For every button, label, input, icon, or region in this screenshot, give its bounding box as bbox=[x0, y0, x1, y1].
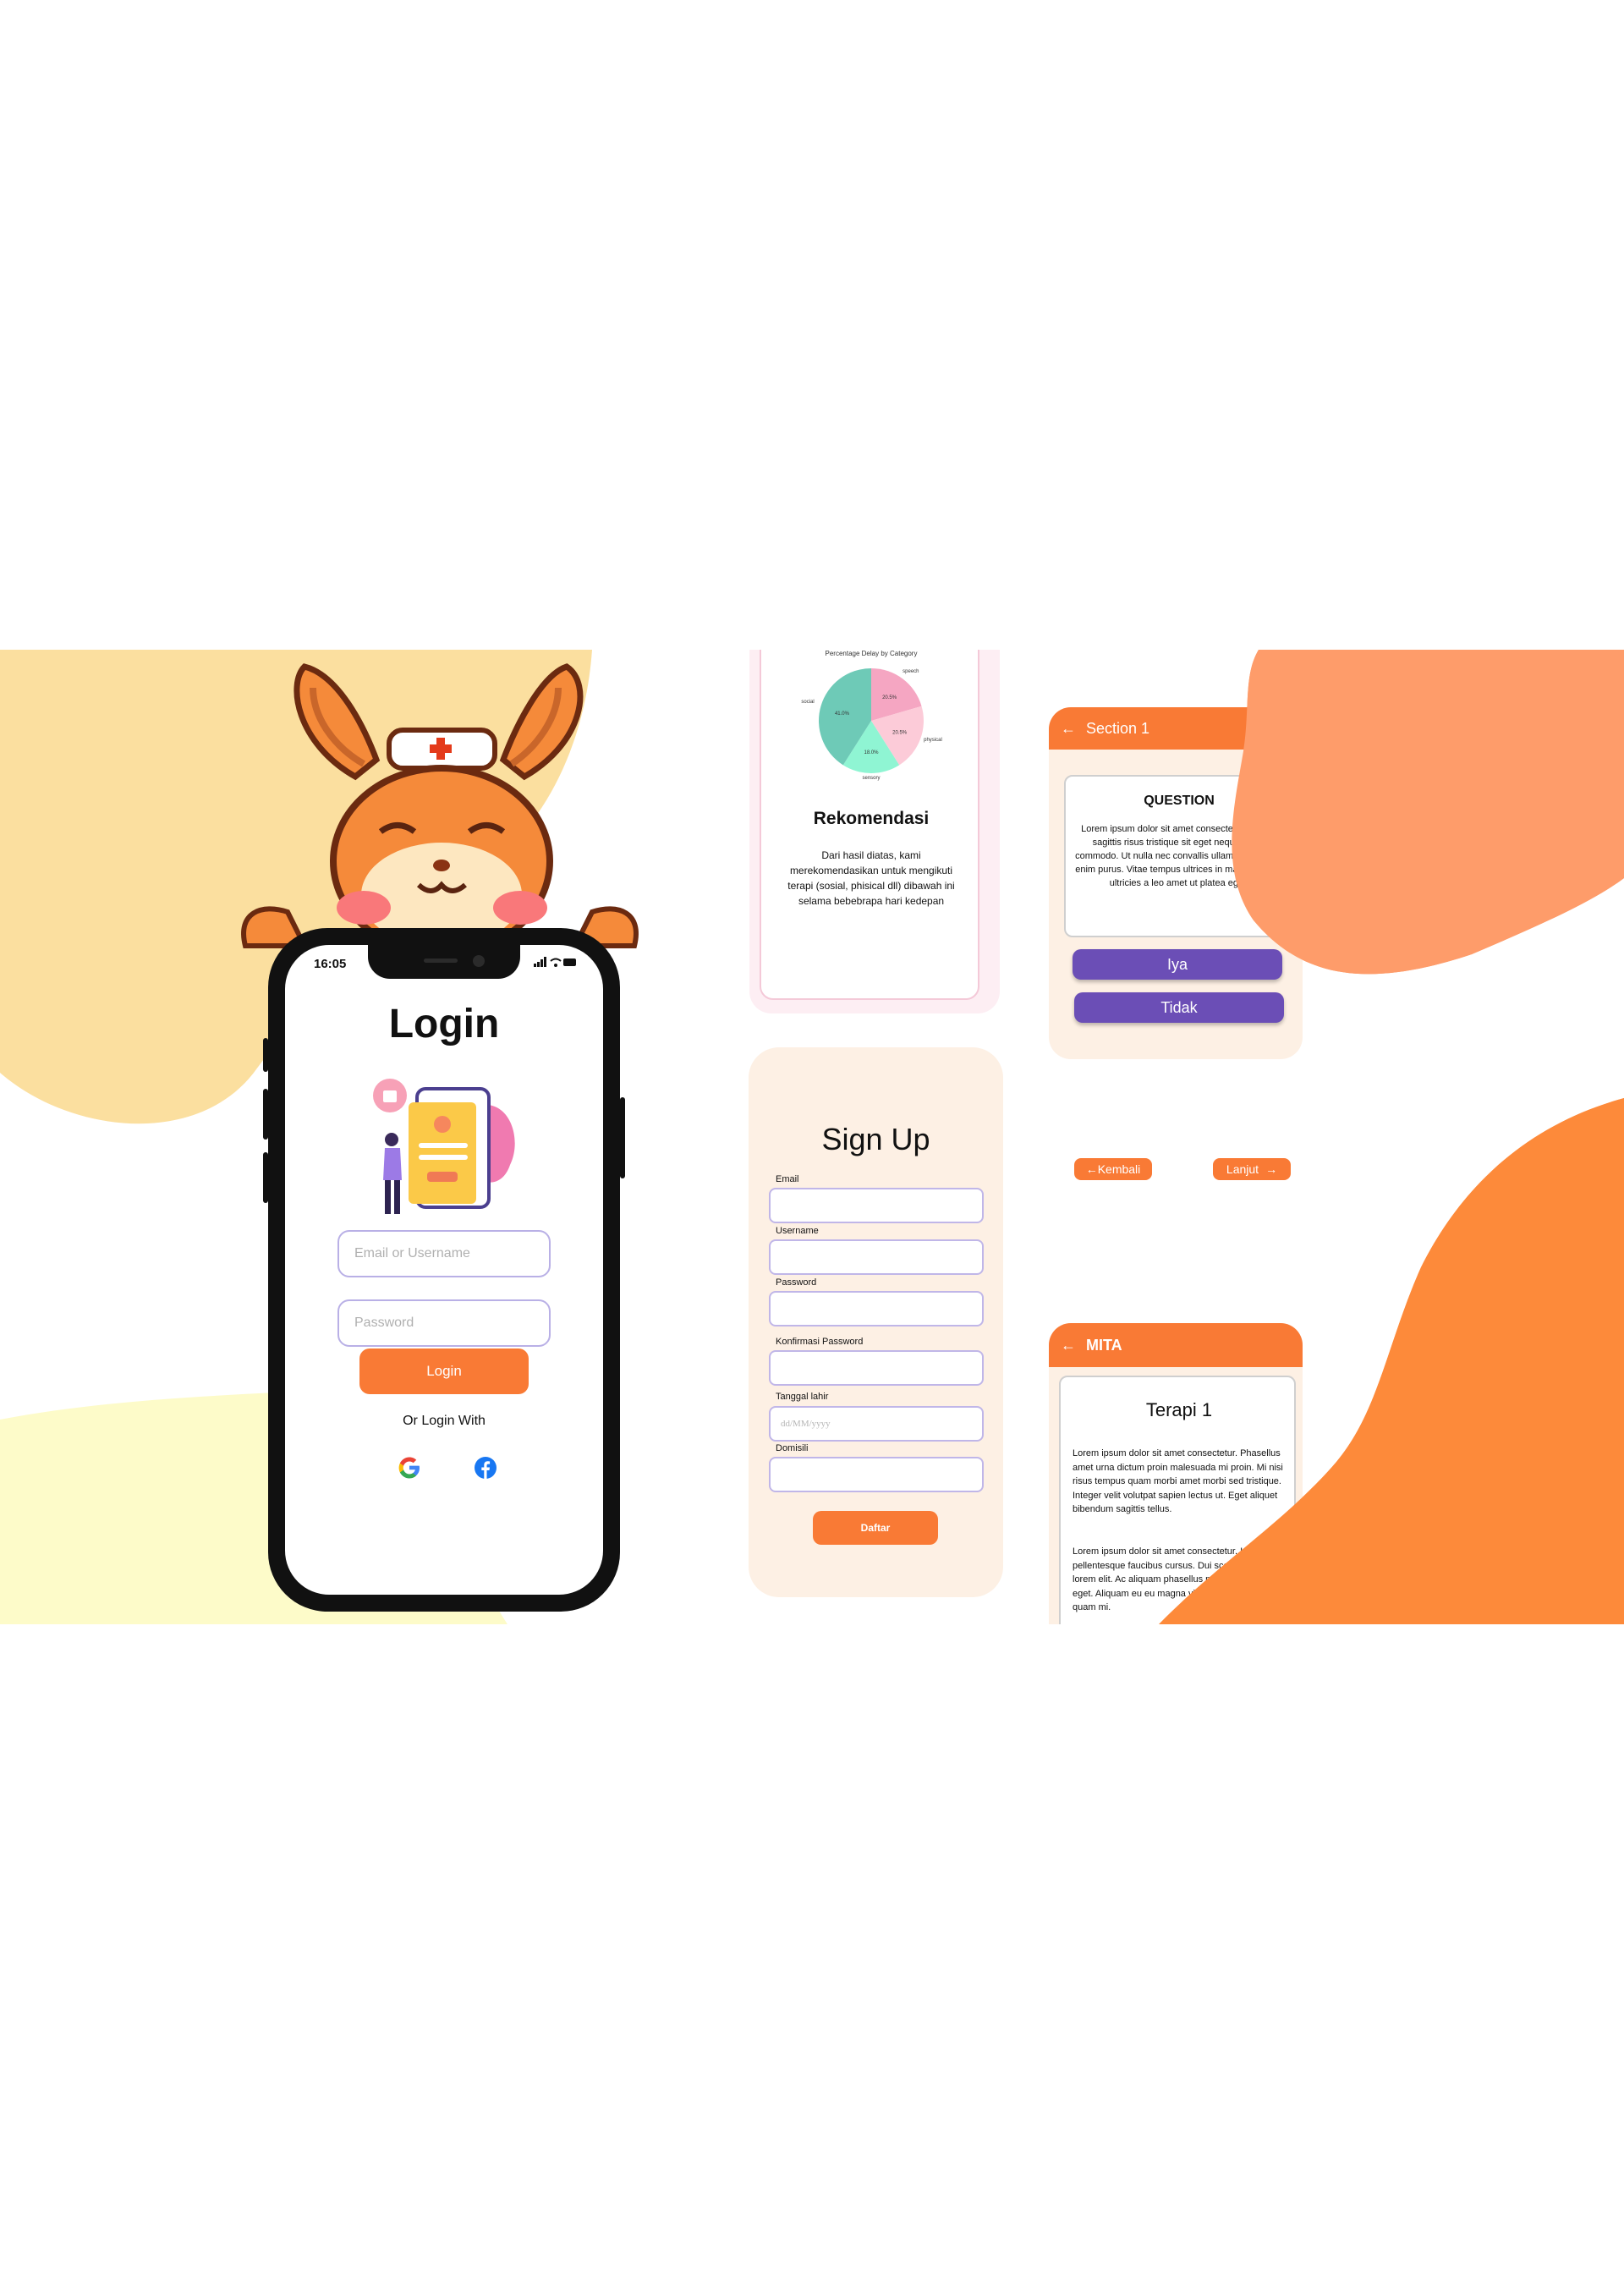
therapy-card: Terapi 1 Lorem ipsum dolor sit amet cons… bbox=[1059, 1376, 1296, 1624]
phone-side-button bbox=[263, 1089, 268, 1140]
or-login-with-label: Or Login With bbox=[403, 1414, 486, 1428]
signup-title: Sign Up bbox=[821, 1122, 930, 1156]
answer-yes-button[interactable]: Iya bbox=[1073, 949, 1282, 980]
mockup-showcase: 16:05 Login Email or Username Password L… bbox=[0, 650, 1624, 1624]
delay-pie-chart: 20.5% 20.5% 18.0% 41.0% bbox=[819, 668, 924, 773]
left-arrow-icon: ← bbox=[1085, 1162, 1098, 1176]
signup-domicile-field[interactable] bbox=[769, 1457, 984, 1492]
login-button[interactable]: Login bbox=[359, 1348, 529, 1394]
answer-no-button[interactable]: Tidak bbox=[1074, 992, 1284, 1023]
pie-category-label: speech bbox=[903, 669, 919, 675]
therapy-screen: ← MITA Terapi 1 Lorem ipsum dolor sit am… bbox=[1049, 1323, 1303, 1624]
google-icon[interactable] bbox=[397, 1455, 422, 1480]
phone-notch bbox=[368, 945, 520, 979]
email-label: Email bbox=[776, 1174, 799, 1184]
signup-screen: Sign Up Email Username Password Konfirma… bbox=[749, 1047, 1003, 1597]
login-title: Login bbox=[388, 1002, 500, 1046]
signup-birth-date-field[interactable]: dd/MM/yyyy bbox=[769, 1406, 984, 1442]
pie-value-label: 20.5% bbox=[882, 695, 897, 700]
login-illustration bbox=[373, 1079, 515, 1214]
phone-side-button bbox=[263, 1152, 268, 1203]
pie-value-label: 18.0% bbox=[864, 750, 879, 755]
status-icons bbox=[534, 957, 578, 969]
username-label: Username bbox=[776, 1226, 819, 1236]
recommendation-text: Dari hasil diatas, kami merekomendasikan… bbox=[787, 849, 955, 907]
recommendation-card: Percentage Delay by Category 20.5% 20.5% 1… bbox=[760, 650, 979, 1000]
kembali-button[interactable]: ← Kembali bbox=[1074, 1158, 1152, 1180]
therapy-paragraph: Lorem ipsum dolor sit amet consectetur. … bbox=[1073, 1448, 1283, 1514]
kembali-label: Kembali bbox=[1097, 1162, 1141, 1176]
question-screen: ← Section 1 QUESTION Lorem ipsum dolor s… bbox=[1049, 707, 1303, 1059]
password-input[interactable]: Password bbox=[337, 1299, 551, 1347]
pie-value-label: 41.0% bbox=[835, 711, 850, 717]
login-screen: 16:05 Login Email or Username Password L… bbox=[285, 945, 603, 1595]
question-text: Lorem ipsum dolor sit amet consectetur. … bbox=[1075, 824, 1283, 888]
login-phone: 16:05 Login Email or Username Password L… bbox=[263, 928, 625, 1612]
therapy-paragraph: Lorem ipsum dolor sit amet consectetur. … bbox=[1073, 1546, 1274, 1612]
birth-date-label: Tanggal lahir bbox=[776, 1392, 829, 1402]
right-arrow-icon: → bbox=[1265, 1162, 1278, 1176]
recommendation-title: Rekomendasi bbox=[813, 809, 930, 828]
section-title: Section 1 bbox=[1086, 719, 1150, 737]
signal-wifi-battery-icon bbox=[534, 957, 576, 967]
password-label: Password bbox=[776, 1277, 817, 1288]
status-time: 16:05 bbox=[314, 957, 347, 971]
pie-category-label: sensory bbox=[862, 776, 881, 781]
therapy-title: Terapi 1 bbox=[1145, 1399, 1213, 1420]
chart-title: Percentage Delay by Category bbox=[825, 650, 918, 657]
domicile-label: Domisili bbox=[776, 1443, 809, 1453]
therapy-header: ← MITA bbox=[1049, 1323, 1303, 1367]
email-input[interactable]: Email or Username bbox=[337, 1230, 551, 1277]
facebook-icon[interactable] bbox=[473, 1455, 498, 1480]
signup-username-field[interactable] bbox=[769, 1239, 984, 1275]
pie-value-label: 20.5% bbox=[892, 731, 908, 736]
signup-confirm-password-field[interactable] bbox=[769, 1350, 984, 1386]
question-card: QUESTION Lorem ipsum dolor sit amet cons… bbox=[1064, 775, 1291, 937]
phone-power-button bbox=[620, 1097, 625, 1178]
phone-side-button bbox=[263, 1038, 268, 1072]
question-header: ← Section 1 bbox=[1049, 707, 1303, 750]
signup-email-field[interactable] bbox=[769, 1188, 984, 1223]
signup-password-field[interactable] bbox=[769, 1291, 984, 1326]
app-name: MITA bbox=[1086, 1336, 1122, 1354]
pie-category-label: physical bbox=[924, 737, 942, 743]
back-arrow-icon[interactable]: ← bbox=[1061, 1337, 1076, 1354]
back-arrow-icon[interactable]: ← bbox=[1061, 720, 1076, 738]
recommendation-screen: Percentage Delay by Category 20.5% 20.5% 1… bbox=[749, 650, 1000, 1013]
pie-category-label: social bbox=[801, 700, 815, 706]
lanjut-label: Lanjut bbox=[1226, 1162, 1259, 1176]
question-heading: QUESTION bbox=[1144, 794, 1215, 808]
confirm-password-label: Konfirmasi Password bbox=[776, 1337, 864, 1347]
lanjut-button[interactable]: Lanjut → bbox=[1213, 1158, 1291, 1180]
daftar-button[interactable]: Daftar bbox=[813, 1511, 938, 1545]
